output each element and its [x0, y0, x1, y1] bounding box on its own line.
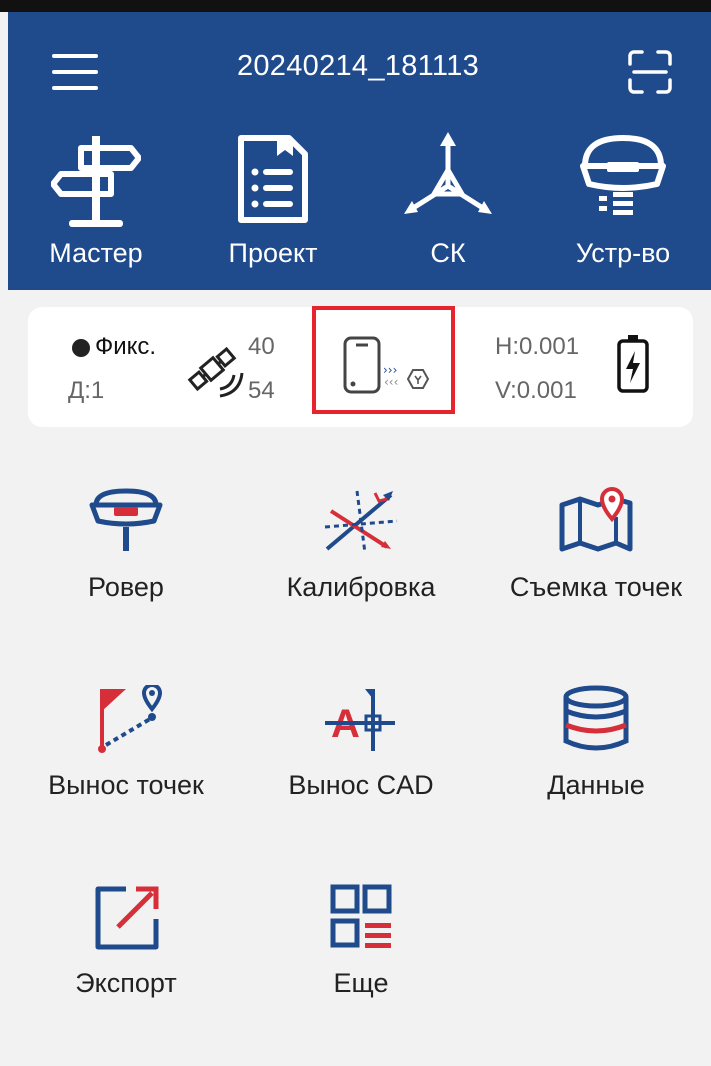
nav-project[interactable]: Проект: [203, 130, 343, 280]
menu-rover[interactable]: Ровер: [16, 487, 236, 637]
scan-icon[interactable]: [628, 50, 672, 94]
nav-coordinate-system[interactable]: СК: [378, 130, 518, 280]
menu-export[interactable]: Экспорт: [16, 883, 236, 1033]
satellite-icon[interactable]: [186, 339, 246, 399]
satellites-used: 40: [248, 333, 275, 360]
connection-status-box[interactable]: ››› ‹‹‹: [312, 306, 455, 414]
survey-map-icon: [559, 487, 633, 552]
project-title: 20240214_181113: [236, 50, 480, 82]
menu-data-label: Данные: [547, 770, 645, 800]
status-bar: [0, 0, 711, 12]
nav-master[interactable]: Мастер: [26, 130, 166, 280]
menu-more[interactable]: Еще: [251, 883, 471, 1033]
battery-charging-icon: [617, 335, 649, 393]
hamburger-menu-icon[interactable]: [52, 52, 98, 92]
more-grid-icon: [330, 884, 392, 948]
nav-device[interactable]: Устр-во: [553, 130, 693, 280]
menu-stakeout-cad[interactable]: A Вынос CAD: [251, 685, 471, 835]
export-icon: [95, 886, 159, 950]
menu-rover-label: Ровер: [88, 572, 164, 602]
satellites-total: 54: [248, 377, 275, 404]
fix-status-dot: [72, 339, 90, 357]
diff-age-label: Д:1: [68, 377, 105, 404]
menu-survey-points-label: Съемка точек: [509, 572, 683, 602]
menu-survey-points[interactable]: Съемка точек: [486, 487, 706, 637]
fix-status-label: Фикс.: [95, 333, 157, 360]
svg-text:‹‹‹: ‹‹‹: [384, 375, 398, 389]
menu-stakeout-points-label: Вынос точек: [48, 770, 204, 800]
stakeout-cad-icon: A: [325, 689, 395, 751]
document-list-icon: [238, 135, 308, 223]
horizontal-precision: H:0.001: [495, 333, 580, 360]
gnss-receiver-icon: [580, 135, 666, 215]
rover-icon: [89, 488, 163, 551]
menu-data[interactable]: Данные: [486, 685, 706, 835]
app-header: 20240214_181113 Мастер Проект СК Устр-во: [8, 12, 711, 290]
nav-project-label: Проект: [228, 238, 318, 268]
vertical-precision: V:0.001: [495, 377, 577, 404]
menu-more-label: Еще: [333, 968, 389, 998]
nav-device-label: Устр-во: [575, 238, 671, 268]
phone-receiver-link-icon: ››› ‹‹‹: [343, 336, 430, 394]
stakeout-points-icon: [98, 685, 163, 753]
menu-calibration[interactable]: Калибровка: [251, 487, 471, 637]
calibration-icon: [324, 490, 398, 554]
signpost-icon: [51, 136, 141, 227]
menu-stakeout-cad-label: Вынос CAD: [288, 770, 434, 800]
nav-coordinate-system-label: СК: [430, 238, 466, 268]
nav-master-label: Мастер: [49, 238, 143, 268]
menu-calibration-label: Калибровка: [286, 572, 436, 602]
menu-export-label: Экспорт: [75, 968, 177, 998]
menu-stakeout-points[interactable]: Вынос точек: [16, 685, 236, 835]
gnss-status-card: Фикс. Д:1 40 54 ››› ‹‹‹ H:0.001 V:0.001: [28, 306, 693, 427]
database-icon: [563, 685, 629, 751]
coordinate-axes-icon: [404, 132, 492, 214]
